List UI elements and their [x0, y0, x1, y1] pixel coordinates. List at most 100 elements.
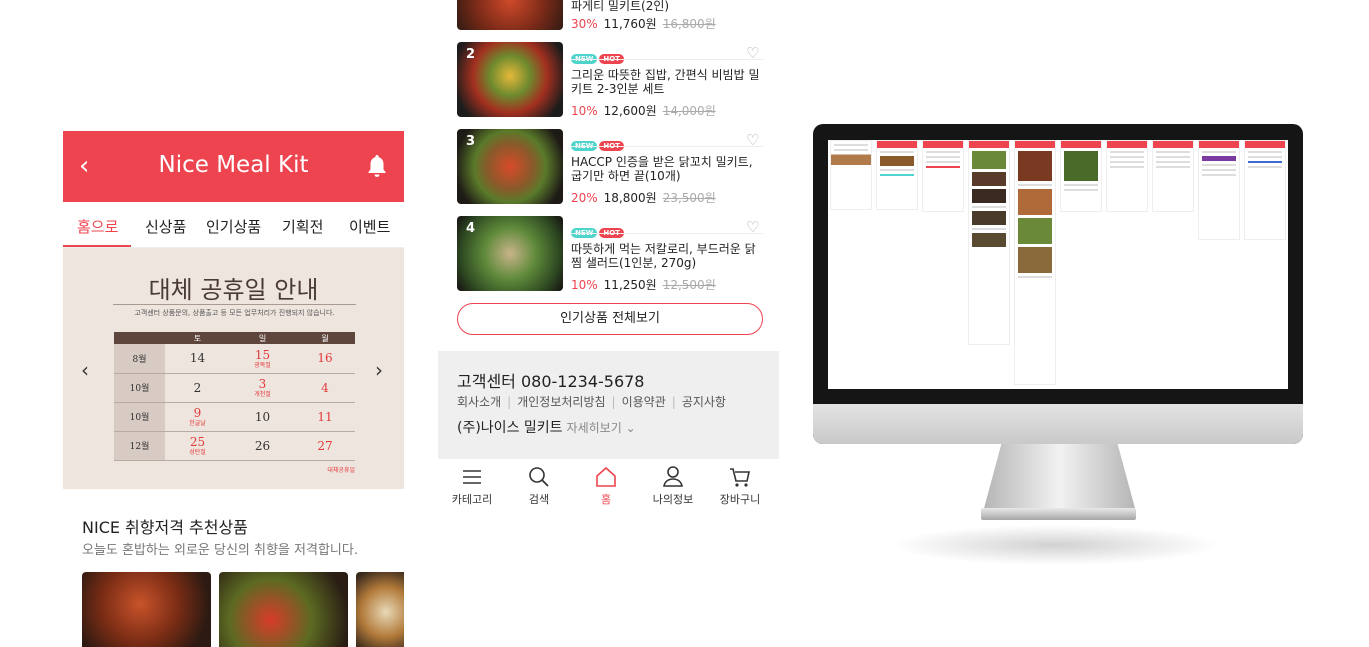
calendar-row: 10월 2 3 개천절 4 — [114, 373, 355, 403]
footer-link-terms[interactable]: 이용약관 — [622, 395, 666, 409]
list-item[interactable]: 2 NEW HOT ♡ 그리운 따뜻한 집밥, 간편식 비빔밥 밀키트 2-3인분… — [457, 42, 763, 126]
product-price: 20% 18,800원 23,500원 — [571, 191, 716, 205]
calendar-day: 2 — [165, 373, 230, 403]
screen-thumbnail — [922, 140, 964, 212]
product-price: 10% 11,250원 12,500원 — [571, 278, 716, 292]
calendar-row: 10월 9 한글날 10 11 — [114, 402, 355, 432]
monitor-chin — [813, 404, 1303, 444]
screen-thumbnail — [1244, 140, 1286, 240]
popular-list-mockup: 파게티 밀키트(2인) 30% 11,760원 16,800원 2 NEW HOT ♡… — [438, 0, 779, 647]
cart-icon — [730, 468, 750, 487]
home-icon — [596, 466, 616, 487]
holiday-calendar: 토 일 월 8월 14 15 광복절 16 10월 2 3 개천절 4 10월 … — [114, 332, 355, 474]
footer-link-privacy[interactable]: 개인정보처리방침 — [517, 395, 605, 409]
tab-special[interactable]: 기획전 — [282, 216, 323, 237]
company-name: (주)나이스 밀키트 — [457, 420, 563, 436]
tab-new[interactable]: 신상품 — [145, 216, 186, 237]
divider — [571, 233, 763, 234]
desktop-monitor — [813, 124, 1303, 444]
product-price: 10% 12,600원 14,000원 — [571, 104, 716, 118]
product-price: 30% 11,760원 16,800원 — [571, 17, 716, 31]
company-info: (주)나이스 밀키트 자세히보기 ⌄ — [457, 417, 636, 437]
search-icon — [529, 467, 549, 487]
list-item[interactable]: 파게티 밀키트(2인) 30% 11,760원 16,800원 — [457, 0, 763, 39]
calendar-month: 8월 — [114, 344, 165, 374]
tab-popular[interactable]: 인기상품 — [206, 216, 261, 237]
screen-thumbnail — [1014, 140, 1056, 385]
footer-links: 회사소개 | 개인정보처리방침 | 이용약관 | 공지사항 — [457, 395, 726, 409]
calendar-day: 11 — [295, 402, 355, 432]
calendar-header: 일 — [230, 332, 295, 344]
tab-home[interactable]: 홈으로 — [77, 216, 118, 237]
holiday-banner[interactable]: 대체 공휴일 안내 고객센터 상품문의, 상품출고 등 모든 업무처리가 진행되… — [63, 248, 404, 489]
calendar-day: 27 — [295, 431, 355, 461]
calendar-day: 16 — [295, 344, 355, 374]
calendar-day: 15 광복절 — [230, 344, 295, 374]
calendar-day: 3 개천절 — [230, 373, 295, 403]
company-more-link[interactable]: 자세히보기 ⌄ — [567, 421, 636, 435]
calendar-day: 9 한글날 — [165, 402, 230, 432]
user-icon — [663, 466, 683, 487]
rank-number: 4 — [466, 221, 476, 236]
screen-thumbnail — [1106, 140, 1148, 212]
calendar-row: 8월 14 15 광복절 16 — [114, 344, 355, 374]
recommend-product-image[interactable] — [356, 572, 404, 647]
calendar-day: 25 성탄절 — [165, 431, 230, 461]
tab-event[interactable]: 이벤트 — [349, 216, 390, 237]
calendar-day: 10 — [230, 402, 295, 432]
nav-cart[interactable]: 장바구니 — [706, 465, 774, 507]
screen-thumbnail — [830, 140, 872, 210]
customer-center: 고객센터 080-1234-5678 — [457, 372, 645, 391]
calendar-month: 10월 — [114, 373, 165, 403]
monitor-stand — [983, 444, 1136, 512]
banner-next-icon[interactable]: › — [375, 358, 383, 382]
app-title: Nice Meal Kit — [158, 152, 309, 178]
banner-subtitle: 고객센터 상품문의, 상품출고 등 모든 업무처리가 진행되지 않습니다. — [113, 304, 356, 318]
bell-icon[interactable] — [365, 153, 389, 179]
list-item[interactable]: 4 NEW HOT ♡ 따뜻하게 먹는 저칼로리, 부드러운 닭찜 샐러드(1인분… — [457, 216, 763, 300]
calendar-day: 4 — [295, 373, 355, 403]
footer-link-about[interactable]: 회사소개 — [457, 395, 501, 409]
app-header: ‹ Nice Meal Kit — [63, 131, 404, 202]
nav-category[interactable]: 카테고리 — [438, 465, 506, 507]
footer-link-notice[interactable]: 공지사항 — [682, 395, 726, 409]
calendar-day: 14 — [165, 344, 230, 374]
rank-number: 3 — [466, 134, 476, 149]
active-tab-indicator — [63, 245, 131, 247]
calendar-note: 대체공휴일 — [327, 466, 355, 474]
product-name: 파게티 밀키트(2인) — [571, 0, 670, 13]
divider — [571, 146, 763, 147]
calendar-day: 26 — [230, 431, 295, 461]
home-screen-mockup: ‹ Nice Meal Kit 홈으로 신상품 인기상품 기획전 이벤트 대체 … — [63, 131, 404, 647]
nav-search[interactable]: 검색 — [505, 465, 573, 507]
calendar-month: 10월 — [114, 402, 165, 432]
monitor-shadow — [890, 525, 1220, 565]
monitor-base — [981, 508, 1136, 520]
calendar-header: 토 — [165, 332, 230, 344]
menu-icon — [463, 470, 481, 484]
view-all-popular-button[interactable]: 인기상품 전체보기 — [457, 303, 763, 335]
screen-thumbnail — [1060, 140, 1102, 212]
calendar-month: 12월 — [114, 431, 165, 461]
list-item[interactable]: 3 NEW HOT ♡ HACCP 인증을 받은 닭꼬치 밀키트, 굽기만 하면 … — [457, 129, 763, 213]
screen-thumbnail — [876, 140, 918, 210]
product-name: 그리운 따뜻한 집밥, 간편식 비빔밥 밀키트 2-3인분 세트 — [571, 68, 760, 96]
bottom-navigation: 카테고리 검색 홈 나의정보 장바구니 — [438, 459, 779, 513]
banner-prev-icon[interactable]: ‹ — [81, 358, 89, 382]
recommend-product-image[interactable] — [219, 572, 348, 647]
monitor-screen — [828, 140, 1288, 389]
badges: NEW HOT — [571, 46, 626, 65]
nav-my-info[interactable]: 나의정보 — [639, 465, 707, 507]
product-name: HACCP 인증을 받은 닭꼬치 밀키트, 굽기만 하면 끝(10개) — [571, 155, 753, 183]
product-image — [457, 0, 563, 30]
calendar-row: 12월 25 성탄절 26 27 — [114, 431, 355, 461]
screen-thumbnail — [1198, 140, 1240, 240]
screen-thumbnail — [1152, 140, 1194, 212]
recommend-product-image[interactable] — [82, 572, 211, 647]
nav-home[interactable]: 홈 — [572, 465, 640, 507]
banner-title: 대체 공휴일 안내 — [148, 276, 319, 304]
badges: NEW HOT — [571, 220, 626, 239]
badges: NEW HOT — [571, 133, 626, 152]
rank-number: 2 — [466, 47, 476, 62]
product-name: 따뜻하게 먹는 저칼로리, 부드러운 닭찜 샐러드(1인분, 270g) — [571, 242, 756, 270]
